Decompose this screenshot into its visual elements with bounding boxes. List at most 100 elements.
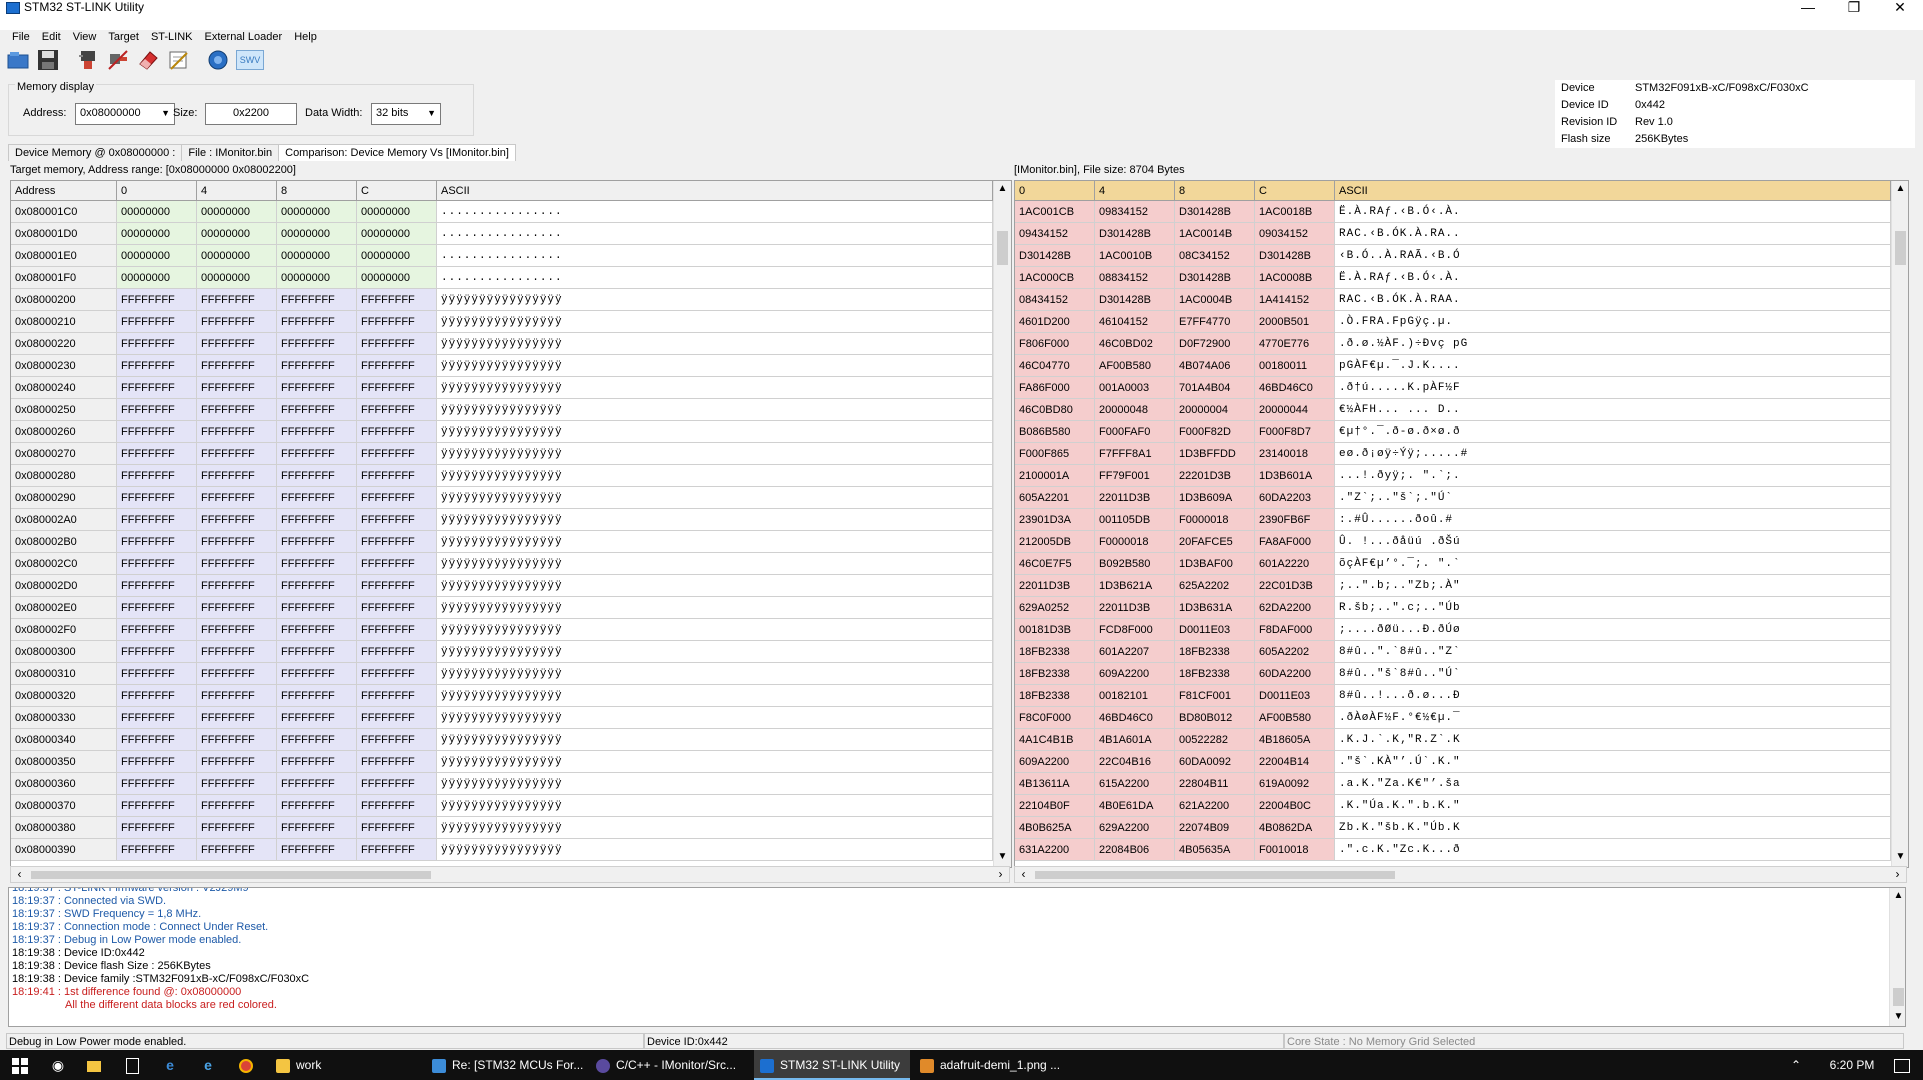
column-header-8[interactable]: 8	[277, 181, 357, 201]
ascii-cell[interactable]: .ð.ø.½ÀF.)÷Ðvç pG	[1335, 333, 1891, 355]
data-cell[interactable]: FFFFFFFF	[277, 751, 357, 773]
diff-data-cell[interactable]: 22004B14	[1255, 751, 1335, 773]
scroll-up-icon[interactable]: ▲	[1892, 181, 1908, 197]
address-cell[interactable]: 0x080001F0	[11, 267, 117, 289]
data-cell[interactable]: 00000000	[277, 245, 357, 267]
diff-data-cell[interactable]: 46BD46C0	[1095, 707, 1175, 729]
diff-data-cell[interactable]: 701A4B04	[1175, 377, 1255, 399]
diff-data-cell[interactable]: 629A2200	[1095, 817, 1175, 839]
data-cell[interactable]: FFFFFFFF	[117, 641, 197, 663]
diff-data-cell[interactable]: 00182101	[1095, 685, 1175, 707]
data-cell[interactable]: FFFFFFFF	[197, 795, 277, 817]
swv-icon[interactable]: SWV	[236, 48, 264, 72]
scroll-down-icon[interactable]: ▼	[994, 849, 1011, 865]
diff-data-cell[interactable]: FA8AF000	[1255, 531, 1335, 553]
taskbar-app-eclipse[interactable]: C/C++ - IMonitor/Src...	[590, 1050, 750, 1080]
column-header-0[interactable]: 0	[1015, 181, 1095, 201]
data-cell[interactable]: FFFFFFFF	[357, 597, 437, 619]
diff-data-cell[interactable]: FA86F000	[1015, 377, 1095, 399]
diff-data-cell[interactable]: 62DA2200	[1255, 597, 1335, 619]
data-cell[interactable]: FFFFFFFF	[197, 377, 277, 399]
diff-data-cell[interactable]: 601A2220	[1255, 553, 1335, 575]
diff-data-cell[interactable]: F7FFF8A1	[1095, 443, 1175, 465]
data-cell[interactable]: FFFFFFFF	[277, 399, 357, 421]
ascii-cell[interactable]: Zb.K."šb.K."Úb.K	[1335, 817, 1891, 839]
diff-data-cell[interactable]: 20000048	[1095, 399, 1175, 421]
address-cell[interactable]: 0x080001D0	[11, 223, 117, 245]
diff-data-cell[interactable]: 60DA2200	[1255, 663, 1335, 685]
ascii-cell[interactable]: .".c.K."Zc.K...ð	[1335, 839, 1891, 861]
data-cell[interactable]: FFFFFFFF	[117, 355, 197, 377]
diff-data-cell[interactable]: F0000018	[1175, 509, 1255, 531]
diff-data-cell[interactable]: 619A0092	[1255, 773, 1335, 795]
ascii-cell[interactable]: ÿÿÿÿÿÿÿÿÿÿÿÿÿÿÿÿ	[437, 751, 993, 773]
notification-icon[interactable]	[1884, 1050, 1920, 1080]
diff-data-cell[interactable]: D301428B	[1015, 245, 1095, 267]
column-header-4[interactable]: 4	[197, 181, 277, 201]
clock[interactable]: 6:20 PM	[1822, 1050, 1882, 1080]
data-cell[interactable]: FFFFFFFF	[117, 773, 197, 795]
diff-data-cell[interactable]: 46BD46C0	[1255, 377, 1335, 399]
data-cell[interactable]: FFFFFFFF	[197, 575, 277, 597]
data-cell[interactable]: FFFFFFFF	[357, 751, 437, 773]
address-cell[interactable]: 0x080002D0	[11, 575, 117, 597]
address-cell[interactable]: 0x080001E0	[11, 245, 117, 267]
data-cell[interactable]: 00000000	[277, 201, 357, 223]
data-cell[interactable]: FFFFFFFF	[197, 443, 277, 465]
diff-data-cell[interactable]: 605A2201	[1015, 487, 1095, 509]
diff-data-cell[interactable]: 1AC0010B	[1095, 245, 1175, 267]
data-cell[interactable]: FFFFFFFF	[197, 817, 277, 839]
diff-data-cell[interactable]: 629A0252	[1015, 597, 1095, 619]
data-cell[interactable]: FFFFFFFF	[357, 289, 437, 311]
diff-data-cell[interactable]: F000F865	[1015, 443, 1095, 465]
diff-data-cell[interactable]: 631A2200	[1015, 839, 1095, 861]
ascii-cell[interactable]: ÿÿÿÿÿÿÿÿÿÿÿÿÿÿÿÿ	[437, 817, 993, 839]
diff-data-cell[interactable]: 2100001A	[1015, 465, 1095, 487]
scroll-up-icon[interactable]: ▲	[1890, 888, 1905, 904]
ascii-cell[interactable]: 8#û..!...ð.ø...Ð	[1335, 685, 1891, 707]
diff-data-cell[interactable]: E7FF4770	[1175, 311, 1255, 333]
address-cell[interactable]: 0x08000270	[11, 443, 117, 465]
scroll-thumb[interactable]	[1893, 988, 1904, 1006]
data-cell[interactable]: FFFFFFFF	[117, 443, 197, 465]
menu-help[interactable]: Help	[288, 30, 323, 44]
data-cell[interactable]: 00000000	[357, 223, 437, 245]
scroll-right-icon[interactable]: ›	[992, 867, 1009, 882]
data-cell[interactable]: FFFFFFFF	[357, 377, 437, 399]
data-cell[interactable]: FFFFFFFF	[277, 597, 357, 619]
data-cell[interactable]: FFFFFFFF	[117, 311, 197, 333]
diff-data-cell[interactable]: 18FB2338	[1015, 641, 1095, 663]
ascii-cell[interactable]: 8#û.."š`8#û.."Ú`	[1335, 663, 1891, 685]
column-header-ascii[interactable]: ASCII	[1335, 181, 1891, 201]
menu-target[interactable]: Target	[102, 30, 145, 44]
diff-data-cell[interactable]: 4B13611A	[1015, 773, 1095, 795]
data-cell[interactable]: FFFFFFFF	[277, 839, 357, 861]
diff-data-cell[interactable]: 18FB2338	[1015, 685, 1095, 707]
ascii-cell[interactable]: ."š`.KÀ"’.Ú`.K."	[1335, 751, 1891, 773]
diff-data-cell[interactable]: FF79F001	[1095, 465, 1175, 487]
ascii-cell[interactable]: Û. !...ðåüú .ðŠú	[1335, 531, 1891, 553]
diff-data-cell[interactable]: F0010018	[1255, 839, 1335, 861]
data-cell[interactable]: FFFFFFFF	[117, 333, 197, 355]
ascii-cell[interactable]: ÿÿÿÿÿÿÿÿÿÿÿÿÿÿÿÿ	[437, 377, 993, 399]
address-cell[interactable]: 0x080002B0	[11, 531, 117, 553]
scroll-right-icon[interactable]: ›	[1889, 867, 1906, 882]
diff-data-cell[interactable]: 08C34152	[1175, 245, 1255, 267]
diff-data-cell[interactable]: B092B580	[1095, 553, 1175, 575]
minimize-button[interactable]: —	[1785, 0, 1831, 30]
diff-data-cell[interactable]: 4B18605A	[1255, 729, 1335, 751]
data-cell[interactable]: 00000000	[117, 201, 197, 223]
diff-data-cell[interactable]: 621A2200	[1175, 795, 1255, 817]
ascii-cell[interactable]: .K."Úa.K.".b.K."	[1335, 795, 1891, 817]
data-cell[interactable]: FFFFFFFF	[277, 817, 357, 839]
data-cell[interactable]: FFFFFFFF	[357, 443, 437, 465]
address-cell[interactable]: 0x08000280	[11, 465, 117, 487]
ascii-cell[interactable]: ‹B.Ó..À.RAÃ.‹B.Ó	[1335, 245, 1891, 267]
disconnect-icon[interactable]	[106, 48, 130, 72]
address-cell[interactable]: 0x08000380	[11, 817, 117, 839]
erase-icon[interactable]	[136, 48, 160, 72]
target-icon[interactable]	[206, 48, 230, 72]
ascii-cell[interactable]: ÿÿÿÿÿÿÿÿÿÿÿÿÿÿÿÿ	[437, 531, 993, 553]
data-cell[interactable]: FFFFFFFF	[357, 839, 437, 861]
diff-data-cell[interactable]: AF00B580	[1095, 355, 1175, 377]
